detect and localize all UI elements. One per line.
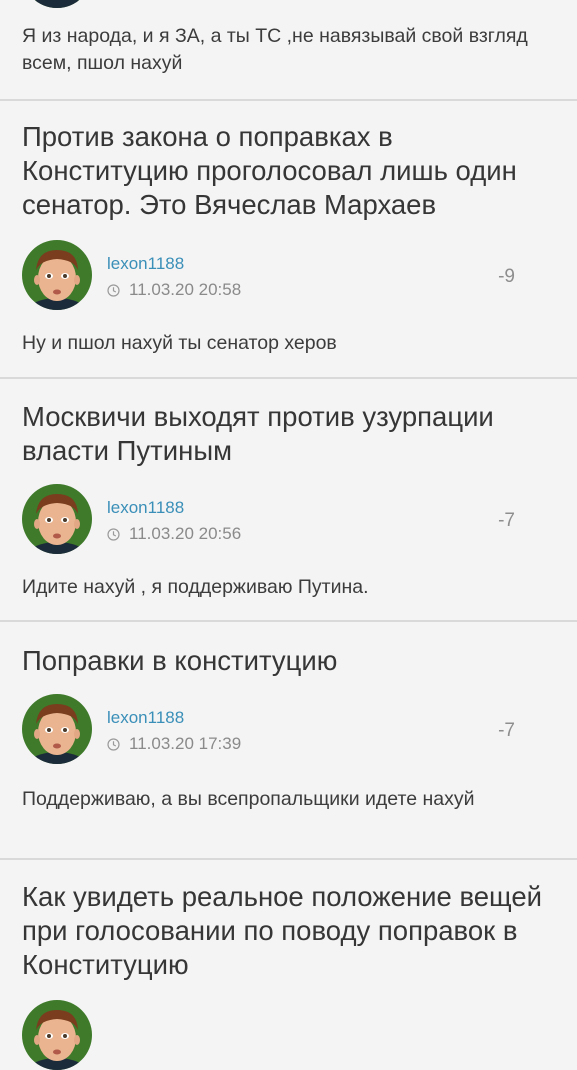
username-link[interactable]: lexon1188 (107, 498, 184, 518)
timestamp-text: 11.03.20 20:58 (129, 280, 242, 299)
avatar[interactable] (22, 694, 92, 764)
comment-meta: lexon1188 11.03.20 20:56 -7 (22, 484, 557, 556)
comment-meta: lexon1188 11.03.20 20:58 -9 (22, 240, 557, 312)
post-card[interactable]: Я из народа, и я ЗА, а ты ТС ,не навязыв… (0, 0, 577, 101)
post-card[interactable]: Против закона о поправках в Конституцию … (0, 101, 577, 379)
post-card[interactable]: Как увидеть реальное положение вещей при… (0, 860, 577, 1006)
comment-text: Я из народа, и я ЗА, а ты ТС ,не навязыв… (22, 25, 528, 74)
username-link[interactable]: lexon1188 (107, 254, 184, 274)
post-title[interactable]: Москвичи выходят против узурпации власти… (22, 400, 557, 468)
avatar[interactable] (22, 1000, 92, 1070)
comment-text: Ну и пшол нахуй ты сенатор херов (22, 332, 337, 354)
timestamp: 11.03.20 20:58 (107, 280, 241, 300)
timestamp-text: 11.03.20 17:39 (129, 734, 242, 753)
post-card[interactable]: Поправки в конституцию lexon1188 11.03.2… (0, 622, 577, 860)
post-title[interactable]: Против закона о поправках в Конституцию … (22, 120, 557, 222)
timestamp: 11.03.20 20:56 (107, 524, 241, 544)
rating-value: -7 (498, 720, 515, 741)
comment-text: Поддерживаю, а вы всепропальщики идете н… (22, 788, 475, 810)
post-card[interactable]: Москвичи выходят против узурпации власти… (0, 379, 577, 622)
feed: Я из народа, и я ЗА, а ты ТС ,не навязыв… (0, 0, 577, 1006)
post-title[interactable]: Как увидеть реальное положение вещей при… (22, 880, 557, 982)
avatar[interactable] (22, 240, 92, 310)
rating-value: -9 (498, 266, 515, 287)
comment-meta: lexon1188 11.03.20 17:39 -7 (22, 694, 557, 766)
clock-icon (107, 283, 120, 297)
rating-value: -7 (498, 510, 515, 531)
comment-text: Идите нахуй , я поддерживаю Путина. (22, 576, 369, 598)
post-title[interactable]: Поправки в конституцию (22, 644, 557, 678)
clock-icon (107, 737, 120, 751)
username-link[interactable]: lexon1188 (107, 708, 184, 728)
clock-icon (107, 527, 120, 541)
timestamp: 11.03.20 17:39 (107, 734, 241, 754)
avatar[interactable] (22, 484, 92, 554)
avatar[interactable] (22, 0, 92, 8)
timestamp-text: 11.03.20 20:56 (129, 524, 242, 543)
